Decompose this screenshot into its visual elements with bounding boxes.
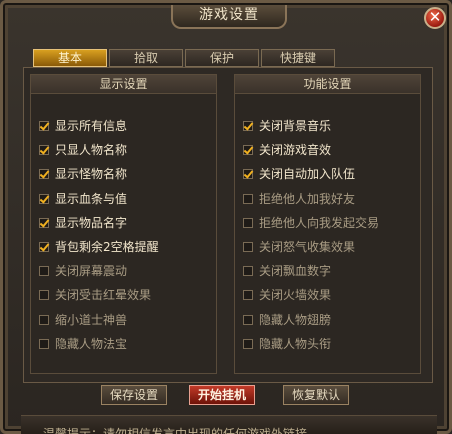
checkbox-checked-icon[interactable] [243, 121, 253, 131]
function-option-label: 拒绝他人加我好友 [259, 191, 356, 206]
display-option-2[interactable]: 显示怪物名称 [39, 167, 127, 181]
checkbox-checked-icon[interactable] [39, 193, 49, 204]
display-option-label: 显示怪物名称 [55, 167, 128, 182]
checkbox-unchecked-icon[interactable] [243, 314, 253, 325]
display-option-1[interactable]: 只显人物名称 [39, 143, 127, 157]
footer-tip: 温馨提示：请勿相信发言中出现的任何游戏外链接 [43, 427, 308, 434]
display-option-5[interactable]: 背包剩余2空格提醒 [39, 240, 159, 254]
function-option-8[interactable]: 隐藏人物翅膀 [243, 313, 331, 327]
function-option-label: 隐藏人物翅膀 [259, 312, 332, 327]
display-option-9[interactable]: 隐藏人物法宝 [39, 337, 127, 351]
display-option-3[interactable]: 显示血条与值 [39, 192, 127, 206]
display-settings-panel: 显示设置 显示所有信息 只显人物名称 显示怪物名称 显示血条与值 显示物品名字背包剩余2… [30, 74, 217, 374]
tab-hotkeys[interactable]: 快捷键 [261, 49, 335, 67]
function-option-label: 拒绝他人向我发起交易 [259, 215, 380, 230]
display-option-6[interactable]: 关闭屏幕震动 [39, 264, 127, 278]
display-option-label: 关闭受击红晕效果 [55, 288, 152, 303]
display-option-label: 隐藏人物法宝 [55, 336, 128, 351]
checkbox-checked-icon[interactable] [39, 169, 49, 180]
checkbox-checked-icon[interactable] [39, 145, 49, 156]
function-option-9[interactable]: 隐藏人物头衔 [243, 337, 331, 351]
display-option-0[interactable]: 显示所有信息 [39, 119, 127, 133]
function-option-5[interactable]: 关闭怒气收集效果 [243, 240, 355, 254]
window-title: 游戏设置 [171, 5, 287, 29]
display-option-label: 缩小道士神兽 [55, 312, 128, 327]
function-settings-header: 功能设置 [235, 75, 420, 94]
display-option-label: 背包剩余2空格提醒 [55, 240, 159, 254]
checkbox-unchecked-icon[interactable] [39, 266, 49, 277]
tab-protect[interactable]: 保护 [185, 49, 259, 67]
function-option-label: 关闭背景音乐 [259, 119, 332, 133]
checkbox-checked-icon[interactable] [243, 169, 253, 180]
checkbox-unchecked-icon[interactable] [243, 217, 253, 228]
restore-defaults-button[interactable]: 恢复默认 [283, 385, 349, 405]
function-option-label: 隐藏人物头衔 [259, 336, 332, 351]
close-button[interactable]: ✕ [424, 7, 446, 29]
function-option-0[interactable]: 关闭背景音乐 [243, 119, 331, 133]
display-option-8[interactable]: 缩小道士神兽 [39, 313, 127, 327]
checkbox-checked-icon[interactable] [243, 145, 253, 156]
function-option-4[interactable]: 拒绝他人向我发起交易 [243, 216, 379, 230]
checkbox-checked-icon[interactable] [39, 217, 49, 228]
settings-window: 游戏设置 ✕ 基本 拾取 保护 快捷键 显示设置 显示所有信息 只显人物名称 显示怪… [0, 0, 452, 434]
tab-content: 显示设置 显示所有信息 只显人物名称 显示怪物名称 显示血条与值 显示物品名字背包剩余2… [23, 67, 433, 383]
function-option-label: 关闭游戏音效 [259, 143, 332, 158]
function-option-2[interactable]: 关闭自动加入队伍 [243, 167, 355, 181]
function-option-label: 关闭怒气收集效果 [259, 240, 356, 254]
checkbox-unchecked-icon[interactable] [243, 338, 253, 349]
checkbox-checked-icon[interactable] [39, 121, 49, 131]
checkbox-unchecked-icon[interactable] [39, 314, 49, 325]
tab-basic[interactable]: 基本 [33, 49, 107, 67]
display-option-label: 关闭屏幕震动 [55, 264, 128, 279]
checkbox-checked-icon[interactable] [39, 242, 49, 252]
function-option-7[interactable]: 关闭火墙效果 [243, 288, 331, 302]
display-option-label: 显示血条与值 [55, 191, 128, 206]
start-autoplay-button[interactable]: 开始挂机 [189, 385, 255, 405]
checkbox-unchecked-icon[interactable] [243, 242, 253, 252]
function-option-label: 关闭自动加入队伍 [259, 167, 356, 182]
display-option-label: 只显人物名称 [55, 143, 128, 158]
function-settings-panel: 功能设置 关闭背景音乐 关闭游戏音效关闭自动加入队伍 拒绝他人加我好友拒绝他人向我发… [234, 74, 421, 374]
checkbox-unchecked-icon[interactable] [243, 193, 253, 204]
display-option-7[interactable]: 关闭受击红晕效果 [39, 288, 151, 302]
function-option-6[interactable]: 关闭飘血数字 [243, 264, 331, 278]
function-option-label: 关闭飘血数字 [259, 264, 332, 279]
display-option-label: 显示物品名字 [55, 215, 128, 230]
function-option-label: 关闭火墙效果 [259, 288, 332, 303]
display-option-4[interactable]: 显示物品名字 [39, 216, 127, 230]
checkbox-unchecked-icon[interactable] [39, 338, 49, 349]
display-option-label: 显示所有信息 [55, 119, 128, 133]
checkbox-unchecked-icon[interactable] [39, 290, 49, 301]
footer-strip: 温馨提示：请勿相信发言中出现的任何游戏外链接 [21, 415, 437, 434]
function-option-3[interactable]: 拒绝他人加我好友 [243, 192, 355, 206]
tab-pickup[interactable]: 拾取 [109, 49, 183, 67]
checkbox-unchecked-icon[interactable] [243, 266, 253, 277]
display-settings-header: 显示设置 [31, 75, 216, 94]
save-settings-button[interactable]: 保存设置 [101, 385, 167, 405]
function-option-1[interactable]: 关闭游戏音效 [243, 143, 331, 157]
checkbox-unchecked-icon[interactable] [243, 290, 253, 301]
close-icon: ✕ [428, 8, 442, 26]
